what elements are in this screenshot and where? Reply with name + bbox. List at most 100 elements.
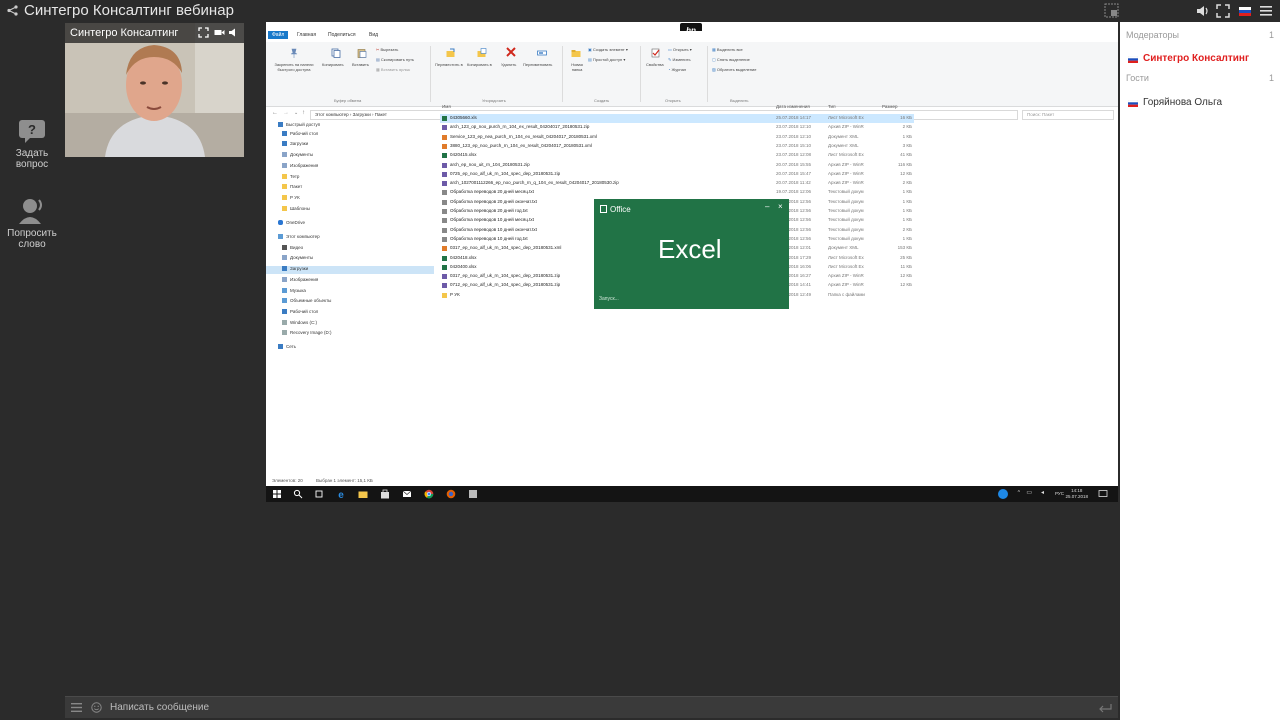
chat-input[interactable]: Написать сообщение: [110, 702, 209, 713]
select-all-button[interactable]: ▦ Выделить все: [712, 47, 743, 52]
edit-button[interactable]: ✎ Изменить: [668, 57, 691, 62]
volume-icon[interactable]: [1195, 4, 1209, 18]
nav-folder-tetr[interactable]: Тетр: [282, 174, 299, 182]
tab-view[interactable]: Вид: [369, 32, 378, 38]
file-row[interactable]: arch_1027001112266_ep_noo_purch_rn_q_104…: [440, 179, 914, 188]
nav-pc-documents[interactable]: Документы: [282, 255, 313, 263]
copy-button[interactable]: Копировать: [322, 62, 344, 67]
copy-path-button[interactable]: ▤ Скопировать путь: [376, 57, 414, 62]
invert-selection-button[interactable]: ▨ Обратить выделение: [712, 67, 756, 72]
nav-desktop[interactable]: Рабочий стол: [282, 131, 318, 139]
file-row[interactable]: 04305660.xls 25.07.2018 14:17 Лист Microso…: [440, 114, 914, 123]
nav-drive-d[interactable]: Recovery Image (D:): [282, 330, 332, 338]
task-view-icon[interactable]: [314, 489, 324, 499]
tab-home[interactable]: Главная: [297, 32, 316, 38]
tab-share[interactable]: Поделиться: [328, 32, 356, 38]
delete-button[interactable]: Удалить: [501, 62, 516, 67]
nav-drive-c[interactable]: Windows (C:): [282, 320, 317, 328]
layout-toggle-icon[interactable]: [1104, 3, 1119, 18]
file-row[interactable]: arch_ep_noo_uit_rn_104_20180531.zip 20.07…: [440, 161, 914, 170]
close-icon[interactable]: ×: [778, 202, 783, 211]
nav-pictures[interactable]: Изображения: [282, 163, 318, 171]
shared-screen[interactable]: hp Файл Главная Поделиться Вид Закрепить…: [266, 22, 1118, 502]
search-input[interactable]: Поиск: Пакет: [1022, 110, 1114, 120]
new-folder-button[interactable]: Новая папка: [568, 62, 586, 72]
chat-menu-icon[interactable]: [71, 703, 82, 712]
expand-video-icon[interactable]: [198, 27, 209, 38]
nav-quick-access[interactable]: Быстрый доступ: [278, 122, 320, 130]
tray-chevron-icon[interactable]: ^: [1018, 490, 1020, 496]
history-button[interactable]: ◔ Журнал: [668, 67, 686, 72]
camera-icon[interactable]: [214, 27, 225, 38]
share-icon[interactable]: [7, 5, 18, 16]
pin-quick-access-button[interactable]: Закрепить на панели быстрого доступа: [268, 62, 320, 72]
column-name[interactable]: Имя: [442, 104, 451, 109]
ask-question-button[interactable]: ? Задать вопрос: [0, 118, 64, 170]
cut-button[interactable]: ✂ Вырезать: [376, 47, 398, 52]
mail-icon[interactable]: [402, 489, 412, 499]
nav-pc-downloads[interactable]: Загрузки: [266, 266, 434, 274]
nav-3d-objects[interactable]: Объемные объекты: [282, 298, 331, 306]
help-icon[interactable]: [998, 489, 1008, 499]
nav-pc-pictures[interactable]: Изображения: [282, 277, 318, 285]
column-size[interactable]: Размер: [882, 104, 897, 109]
network-icon[interactable]: ▭: [1026, 489, 1032, 496]
select-none-button[interactable]: ▢ Снять выделение: [712, 57, 750, 62]
file-row[interactable]: Service_123_ep_nea_purch_rn_104_ex_resul…: [440, 133, 914, 142]
nav-videos[interactable]: Видео: [282, 245, 303, 253]
moderator-name[interactable]: Синтегро Консалтинг: [1143, 53, 1249, 64]
file-row[interactable]: arch_123_op_noo_purch_rn_104_ex_result_0…: [440, 123, 914, 132]
nav-onedrive[interactable]: OneDrive: [278, 220, 305, 228]
paste-shortcut-button[interactable]: ▦ Вставить ярлык: [376, 67, 410, 72]
up-arrow-icon[interactable]: ↑: [302, 110, 305, 116]
speaker-icon[interactable]: [228, 27, 239, 38]
edge-icon[interactable]: e: [336, 489, 346, 499]
emoji-icon[interactable]: [91, 702, 102, 713]
open-button[interactable]: ▭ Открыть ▾: [668, 47, 692, 52]
nav-network[interactable]: Сеть: [278, 344, 296, 352]
fullscreen-icon[interactable]: [1216, 4, 1230, 18]
file-row[interactable]: 0420415.xlsx 23.07.2018 12:08 Лист Microso…: [440, 151, 914, 160]
column-type[interactable]: Тип: [828, 104, 836, 109]
language-indicator[interactable]: РУС: [1055, 491, 1064, 496]
rename-button[interactable]: Переименовать: [523, 62, 552, 67]
recent-chevron-icon[interactable]: ⌄: [294, 110, 298, 116]
forward-arrow-icon[interactable]: →: [283, 110, 289, 116]
request-floor-button[interactable]: Попросить слово: [0, 196, 64, 250]
properties-button[interactable]: Свойства: [646, 62, 664, 67]
move-to-button[interactable]: Переместить в: [435, 62, 463, 67]
paste-button[interactable]: Вставить: [352, 62, 369, 67]
copy-to-button[interactable]: Копировать в: [467, 62, 492, 67]
nav-documents[interactable]: Документы: [282, 152, 313, 160]
guest-name[interactable]: Горяйнова Ольга: [1143, 97, 1222, 108]
send-icon[interactable]: [1098, 703, 1112, 713]
file-explorer-icon[interactable]: [358, 489, 368, 499]
nav-pc-desktop[interactable]: Рабочий стол: [282, 309, 318, 317]
chrome-icon[interactable]: [424, 489, 434, 499]
file-row[interactable]: Обработка переводов 20 дней месяц.txt 19.…: [440, 188, 914, 197]
nav-folder-paket[interactable]: Пакет: [282, 184, 302, 192]
column-date[interactable]: Дата изменения: [776, 104, 810, 109]
app-icon[interactable]: [468, 489, 478, 499]
russian-flag-icon[interactable]: [1238, 4, 1252, 18]
volume-tray-icon[interactable]: ◂: [1041, 489, 1044, 496]
notifications-icon[interactable]: [1098, 489, 1108, 499]
windows-start-icon[interactable]: [272, 489, 282, 499]
presenter-video[interactable]: Синтегро Консалтинг: [65, 23, 244, 157]
new-item-button[interactable]: ▣ Создать элемент ▾: [588, 47, 628, 52]
system-clock[interactable]: 14:18 25.07.2018: [1065, 488, 1088, 500]
nav-folder-ruk[interactable]: Р УК: [282, 195, 300, 203]
easy-access-button[interactable]: ▤ Простой доступ ▾: [588, 57, 625, 62]
back-arrow-icon[interactable]: ←: [272, 110, 278, 116]
store-icon[interactable]: [380, 489, 390, 499]
nav-music[interactable]: Музыка: [282, 288, 306, 296]
file-row[interactable]: 3880_123_ep_noo_purch_rn_104_ex_result_0…: [440, 142, 914, 151]
file-row[interactable]: 0725_ep_noo_alf_uk_rn_104_spec_dep_20180…: [440, 170, 914, 179]
nav-this-pc[interactable]: Этот компьютер: [278, 234, 320, 242]
minimize-icon[interactable]: –: [765, 202, 769, 211]
search-icon[interactable]: [293, 489, 303, 499]
nav-downloads[interactable]: Загрузки: [282, 141, 308, 149]
firefox-icon[interactable]: [446, 489, 456, 499]
menu-icon[interactable]: [1259, 4, 1273, 18]
nav-folder-templates[interactable]: Шаблоны: [282, 206, 310, 214]
